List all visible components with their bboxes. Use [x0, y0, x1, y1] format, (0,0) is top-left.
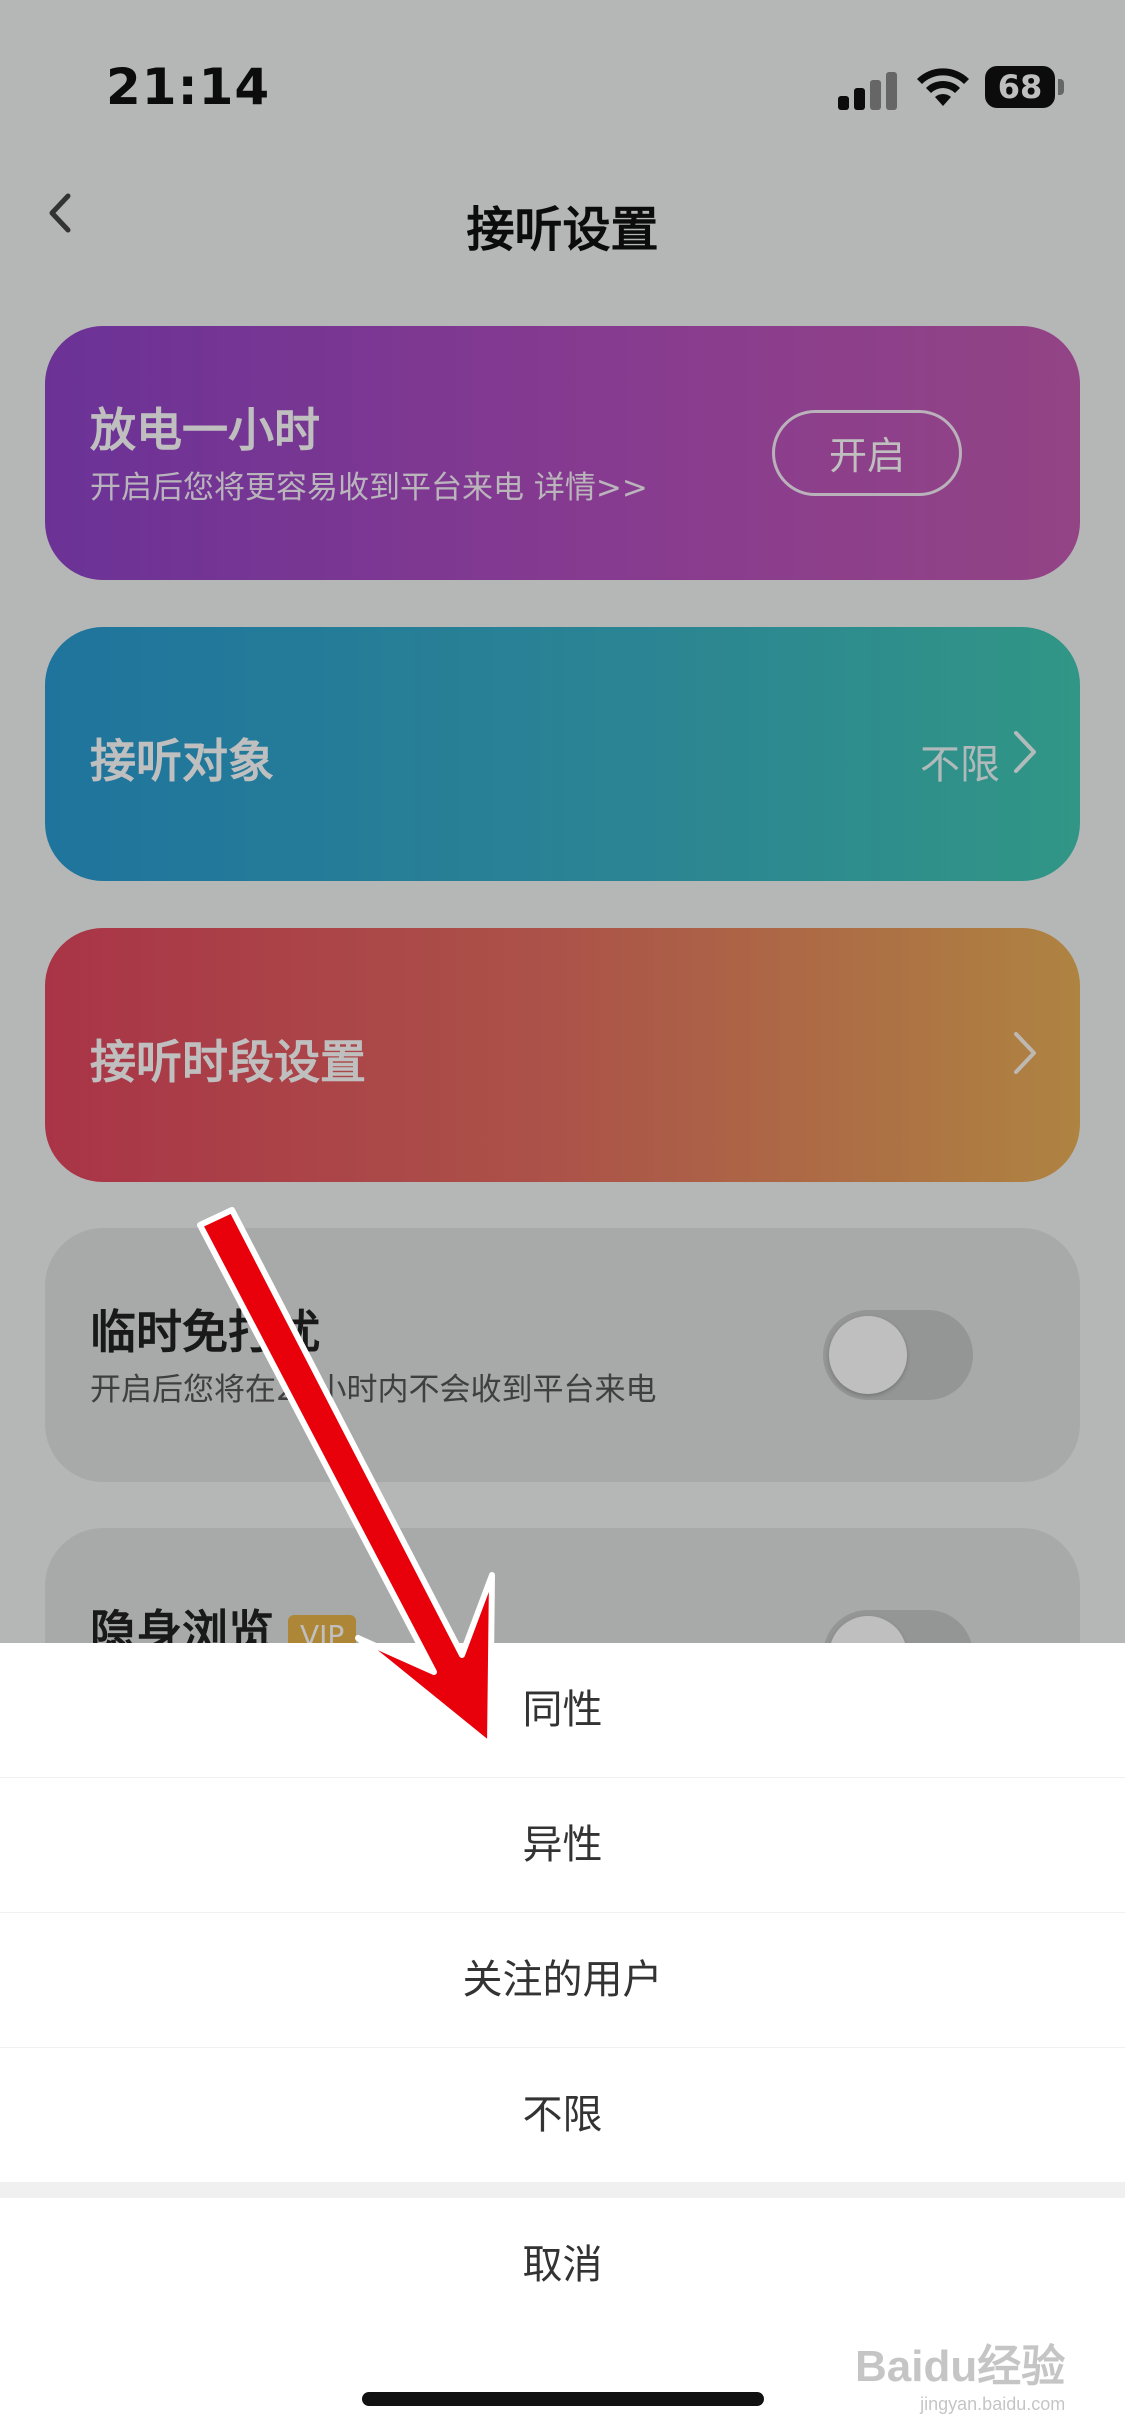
option-opposite-gender[interactable]: 异性 — [0, 1778, 1125, 1912]
home-indicator[interactable] — [362, 2392, 764, 2406]
option-followed-users[interactable]: 关注的用户 — [0, 1913, 1125, 2047]
option-unlimited[interactable]: 不限 — [0, 2048, 1125, 2182]
action-sheet: 同性 异性 关注的用户 不限 取消 — [0, 1643, 1125, 2436]
watermark-url: jingyan.baidu.com — [920, 2394, 1066, 2414]
cancel-button[interactable]: 取消 — [0, 2198, 1125, 2332]
watermark-brand: Baidu经验 — [855, 2342, 1066, 2391]
baidu-watermark: Baidu经验 jingyan.baidu.com — [855, 2330, 1065, 2415]
option-same-gender[interactable]: 同性 — [0, 1643, 1125, 1777]
